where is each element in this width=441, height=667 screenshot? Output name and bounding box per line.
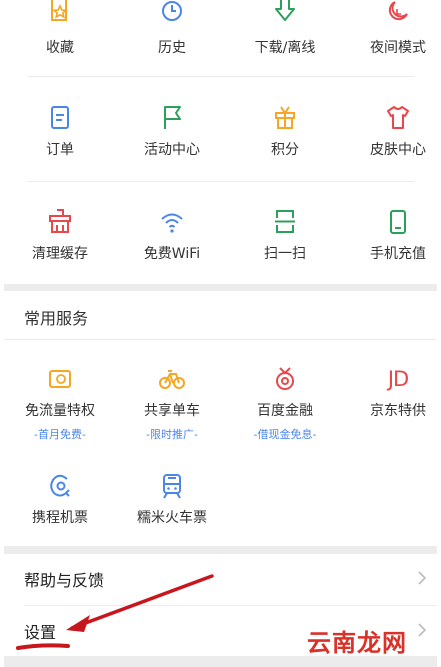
service-label: 免流量特权 xyxy=(25,403,95,419)
service-label: 百度金融 xyxy=(257,403,313,419)
tool-night-mode[interactable]: 夜间模式 xyxy=(343,0,441,57)
divider xyxy=(27,181,414,182)
service-label: 携程机票 xyxy=(32,510,88,526)
free-data-card-icon xyxy=(49,370,71,388)
jd-logo-icon: JD xyxy=(387,367,409,391)
service-jd-special[interactable]: JD 京东特供 xyxy=(343,367,441,420)
service-baidu-finance[interactable]: 百度金融 -借现金免息- xyxy=(230,367,340,442)
service-label: 共享单车 xyxy=(144,403,200,419)
wifi-icon xyxy=(161,213,183,233)
service-promo: -借现金免息- xyxy=(253,428,317,441)
tool-skin-center[interactable]: 皮肤中心 xyxy=(343,105,441,159)
tool-label: 手机充值 xyxy=(370,246,426,262)
bicycle-icon xyxy=(159,370,185,389)
services-title: 常用服务 xyxy=(24,309,89,328)
tool-activity-center[interactable]: 活动中心 xyxy=(117,105,227,159)
chevron-right-icon xyxy=(418,571,427,585)
tool-label: 收藏 xyxy=(46,40,74,56)
tool-scan[interactable]: 扫一扫 xyxy=(230,209,340,263)
watermark-text: 云南龙网 xyxy=(307,628,407,657)
service-ctrip-flights[interactable]: 携程机票 xyxy=(5,473,115,527)
service-label: 京东特供 xyxy=(370,403,426,419)
scan-icon xyxy=(275,210,295,233)
broom-clean-icon xyxy=(49,209,71,233)
tool-label: 清理缓存 xyxy=(32,246,88,262)
tool-orders[interactable]: 订单 xyxy=(5,105,115,159)
tool-clear-cache[interactable]: 清理缓存 xyxy=(5,209,115,263)
divider xyxy=(27,76,414,77)
tool-label: 积分 xyxy=(271,142,299,158)
tool-download[interactable]: 下载/离线 xyxy=(230,0,340,57)
tool-label: 扫一扫 xyxy=(264,246,306,262)
tool-label: 历史 xyxy=(158,40,186,56)
tool-points[interactable]: 积分 xyxy=(230,105,340,159)
baidu-finance-icon xyxy=(276,367,294,390)
moon-night-icon xyxy=(388,1,408,21)
service-promo: -限时推广- xyxy=(146,428,198,441)
service-promo: -首月免费- xyxy=(34,428,86,441)
ctrip-dolphin-icon xyxy=(50,474,70,497)
tool-label: 免费WiFi xyxy=(143,246,201,262)
divider xyxy=(4,339,437,340)
tool-label: 订单 xyxy=(46,142,74,158)
tool-label: 皮肤中心 xyxy=(370,142,426,158)
annotation-arrow-icon xyxy=(16,574,214,650)
flag-icon xyxy=(164,106,181,129)
tool-history[interactable]: 历史 xyxy=(117,0,227,57)
tool-free-wifi[interactable]: 免费WiFi xyxy=(117,209,227,263)
favorite-star-icon xyxy=(51,0,69,21)
tool-label: 夜间模式 xyxy=(370,40,426,56)
chevron-right-icon xyxy=(418,623,427,637)
gift-box-icon xyxy=(275,106,295,129)
tool-favorites[interactable]: 收藏 xyxy=(5,0,115,57)
download-arrow-icon xyxy=(275,0,295,21)
tool-label: 下载/离线 xyxy=(254,40,316,56)
phone-recharge-icon xyxy=(390,210,406,234)
service-label: 糯米火车票 xyxy=(137,510,207,526)
section-separator xyxy=(4,284,437,291)
train-icon xyxy=(163,474,181,499)
tool-phone-recharge[interactable]: 手机充值 xyxy=(343,209,441,263)
order-document-icon xyxy=(51,106,69,129)
service-nuomi-train[interactable]: 糯米火车票 xyxy=(117,473,227,527)
clock-history-icon xyxy=(162,1,182,21)
service-shared-bike[interactable]: 共享单车 -限时推广- xyxy=(117,367,227,442)
tshirt-skin-icon xyxy=(387,106,409,129)
service-free-data[interactable]: 免流量特权 -首月免费- xyxy=(5,367,115,442)
section-separator xyxy=(4,546,437,554)
tool-label: 活动中心 xyxy=(144,142,200,158)
